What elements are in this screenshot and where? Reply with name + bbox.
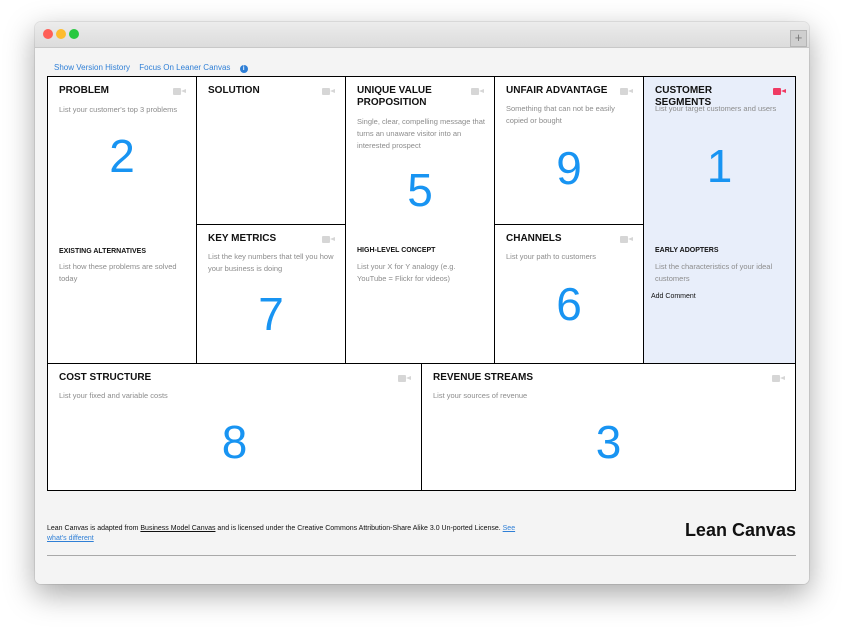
block-title: SOLUTION xyxy=(208,85,260,96)
block-description: List the key numbers that tell you how y… xyxy=(208,252,334,273)
lean-canvas-grid: PROBLEM List your customer's top 3 probl… xyxy=(47,76,796,491)
block-title: CHANNELS xyxy=(506,233,562,244)
block-number: 6 xyxy=(556,278,582,330)
footer-divider xyxy=(47,555,796,556)
block-solution[interactable]: SOLUTION xyxy=(197,77,345,224)
brand-title: Lean Canvas xyxy=(684,520,796,540)
video-camera-icon[interactable] xyxy=(322,88,335,95)
page-content: Show Version History Focus On Leaner Can… xyxy=(35,48,809,584)
footer-text-2: and is licensed under the Creative Commo… xyxy=(215,525,503,532)
block-customer-segments[interactable]: CUSTOMER SEGMENTS List your target custo… xyxy=(644,77,795,363)
block-number: 7 xyxy=(258,288,284,340)
block-description: Single, clear, compelling message that t… xyxy=(357,117,485,150)
video-camera-icon[interactable] xyxy=(471,88,484,95)
block-number: 2 xyxy=(109,130,135,182)
block-description: List your path to customers xyxy=(506,252,597,261)
window-titlebar: + xyxy=(35,22,809,48)
business-model-canvas-link[interactable]: Business Model Canvas xyxy=(140,525,215,532)
block-title: REVENUE STREAMS xyxy=(433,372,534,383)
show-version-history-link[interactable]: Show Version History xyxy=(54,63,130,72)
block-number: 1 xyxy=(706,140,733,192)
block-title: UNFAIR ADVANTAGE xyxy=(506,85,608,96)
video-camera-icon[interactable] xyxy=(772,375,785,382)
video-camera-icon[interactable] xyxy=(173,88,186,95)
block-number: 9 xyxy=(556,142,582,194)
video-camera-icon[interactable] xyxy=(620,236,633,243)
block-description: List your fixed and variable costs xyxy=(59,391,168,400)
block-sub-description: List your X for Y analogy (e.g. YouTube … xyxy=(357,262,456,283)
focus-leaner-canvas-link[interactable]: Focus On Leaner Canvas xyxy=(139,63,230,72)
block-description: List your target customers and users xyxy=(655,104,777,113)
block-revenue-streams[interactable]: REVENUE STREAMS List your sources of rev… xyxy=(422,364,795,490)
block-cost-structure[interactable]: COST STRUCTURE List your fixed and varia… xyxy=(48,364,421,490)
footer-text-1: Lean Canvas is adapted from xyxy=(47,525,141,532)
video-camera-icon[interactable] xyxy=(322,236,335,243)
block-number: 8 xyxy=(221,416,248,468)
block-channels[interactable]: CHANNELS List your path to customers 6 xyxy=(495,225,643,363)
block-sub-description: List how these problems are solved today xyxy=(59,262,177,283)
block-title: COST STRUCTURE xyxy=(59,372,152,383)
add-comment-button[interactable]: Add Comment xyxy=(651,293,696,300)
new-tab-button[interactable]: + xyxy=(790,30,807,47)
video-camera-icon[interactable] xyxy=(773,88,786,95)
top-links: Show Version History Focus On Leaner Can… xyxy=(54,63,248,73)
block-problem[interactable]: PROBLEM List your customer's top 3 probl… xyxy=(48,77,196,363)
block-unfair-advantage[interactable]: UNFAIR ADVANTAGE Something that can not … xyxy=(495,77,643,224)
zoom-window-button[interactable] xyxy=(69,29,79,39)
video-camera-icon[interactable] xyxy=(620,88,633,95)
block-sub-description: List the characteristics of your ideal c… xyxy=(655,262,773,283)
minimize-window-button[interactable] xyxy=(56,29,66,39)
block-description: Something that can not be easily copied … xyxy=(506,104,615,125)
block-description: List your sources of revenue xyxy=(433,391,528,400)
block-key-metrics[interactable]: KEY METRICS List the key numbers that te… xyxy=(197,225,345,363)
block-description: List your customer's top 3 problems xyxy=(59,105,178,114)
block-subtitle: EXISTING ALTERNATIVES xyxy=(59,248,146,255)
block-title: UNIQUE VALUE PROPOSITION xyxy=(357,85,432,108)
block-number: 3 xyxy=(595,416,622,468)
browser-window: + Show Version History Focus On Leaner C… xyxy=(35,22,809,584)
block-subtitle: HIGH-LEVEL CONCEPT xyxy=(357,247,436,254)
info-icon[interactable]: i xyxy=(239,65,248,73)
block-subtitle: EARLY ADOPTERS xyxy=(655,247,719,254)
block-title: PROBLEM xyxy=(59,85,109,96)
block-title: KEY METRICS xyxy=(208,233,277,244)
video-camera-icon[interactable] xyxy=(398,375,411,382)
license-footer: Lean Canvas is adapted from Business Mod… xyxy=(47,524,517,544)
block-unique-value-proposition[interactable]: UNIQUE VALUE PROPOSITION Single, clear, … xyxy=(346,77,494,363)
block-number: 5 xyxy=(407,164,433,216)
close-window-button[interactable] xyxy=(43,29,53,39)
